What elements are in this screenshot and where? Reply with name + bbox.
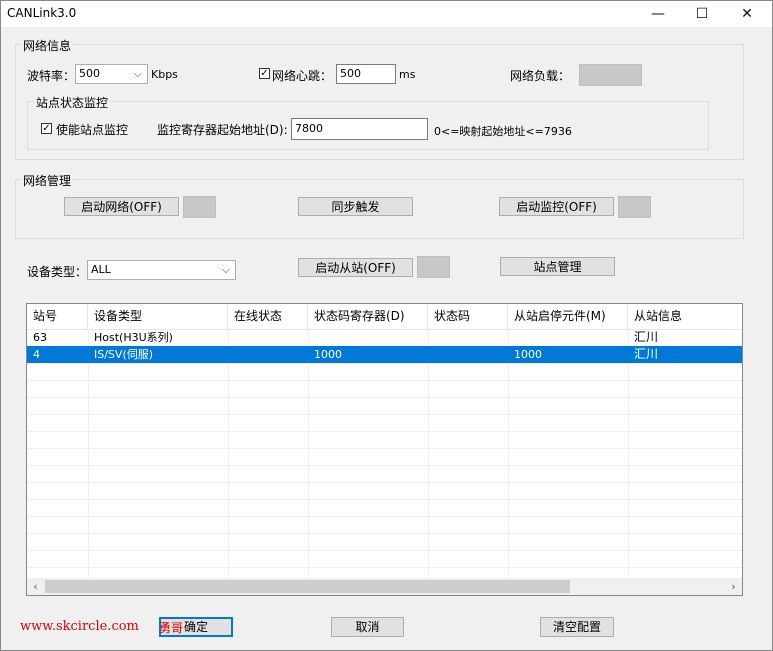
scroll-right-icon[interactable]: › — [725, 578, 742, 595]
device-type-value: ALL — [91, 263, 111, 276]
cell-status-register: 1000 — [314, 348, 342, 361]
start-slave-button[interactable]: 启动从站(OFF) — [298, 258, 413, 277]
row-divider — [27, 567, 742, 568]
monitor-addr-label: 监控寄存器起始地址(D): — [157, 123, 288, 137]
horizontal-scrollbar[interactable]: ‹ › — [27, 578, 742, 595]
heartbeat-checkbox[interactable]: ✓ — [259, 68, 270, 79]
column-header[interactable]: 设备类型 — [88, 304, 228, 329]
row-divider — [27, 397, 742, 398]
sync-trigger-button[interactable]: 同步触发 — [298, 197, 413, 216]
station-table[interactable]: 站号 设备类型 在线状态 状态码寄存器(D) 状态码 从站启停元件(M) 从站信… — [26, 303, 743, 596]
maximize-button[interactable]: ☐ — [680, 1, 724, 27]
row-divider — [27, 431, 742, 432]
monitor-addr-hint: 0<=映射起始地址<=7936 — [434, 125, 572, 138]
column-divider — [88, 329, 89, 578]
cell-status-register — [308, 329, 428, 346]
column-header[interactable]: 在线状态 — [228, 304, 308, 329]
cell-device-type: IS/SV(伺服) — [94, 348, 154, 361]
minimize-button[interactable]: — — [636, 1, 680, 27]
baud-unit: Kbps — [151, 68, 178, 81]
monitor-addr-input[interactable]: 7800 — [291, 118, 428, 140]
network-mgmt-title: 网络管理 — [21, 172, 74, 189]
column-header[interactable]: 从站启停元件(M) — [508, 304, 628, 329]
column-header[interactable]: 状态码 — [428, 304, 508, 329]
row-divider — [27, 550, 742, 551]
window-title: CANLink3.0 — [7, 6, 77, 20]
column-divider — [228, 329, 229, 578]
row-divider — [27, 533, 742, 534]
network-status-indicator — [183, 196, 216, 218]
device-type-select[interactable]: ALL ⌵ — [87, 260, 236, 280]
network-info-title: 网络信息 — [21, 37, 74, 54]
heartbeat-unit: ms — [399, 68, 416, 81]
row-divider — [27, 499, 742, 500]
heartbeat-input[interactable]: 500 — [336, 64, 396, 84]
baud-select[interactable]: 500 ⌵ — [75, 64, 148, 84]
column-header[interactable]: 从站信息 — [628, 304, 742, 329]
heartbeat-label: 网络心跳： — [272, 69, 333, 83]
row-divider — [27, 380, 742, 381]
start-monitor-button[interactable]: 启动监控(OFF) — [499, 197, 614, 216]
column-divider — [628, 329, 629, 578]
column-header[interactable]: 状态码寄存器(D) — [308, 304, 428, 329]
cell-station-no: 4 — [33, 348, 40, 361]
cell-station-no: 63 — [33, 331, 47, 344]
row-divider — [27, 414, 742, 415]
network-load-indicator — [579, 64, 642, 86]
scroll-left-icon[interactable]: ‹ — [27, 578, 44, 595]
column-divider — [308, 329, 309, 578]
cell-status-code — [428, 329, 508, 346]
load-label: 网络负载： — [510, 69, 571, 83]
cell-slave-info: 汇川 — [634, 347, 659, 361]
station-monitor-title: 站点状态监控 — [34, 94, 111, 111]
chevron-down-icon: ⌵ — [221, 263, 230, 276]
column-divider — [428, 329, 429, 578]
start-network-button[interactable]: 启动网络(OFF) — [64, 197, 179, 216]
row-divider — [27, 465, 742, 466]
cell-start-stop-element — [508, 329, 628, 346]
title-bar: CANLink3.0 — ☐ ✕ — [1, 1, 772, 27]
cell-online-status — [228, 329, 308, 346]
table-row-selected[interactable]: 4 IS/SV(伺服) 1000 1000 汇川 — [27, 346, 742, 363]
row-divider — [27, 363, 742, 364]
baud-label: 波特率： — [27, 69, 76, 83]
station-mgmt-button[interactable]: 站点管理 — [500, 257, 615, 276]
watermark-tag: 勇哥 — [159, 621, 184, 635]
monitor-status-indicator — [618, 196, 651, 218]
cell-status-code — [428, 346, 508, 363]
scrollbar-thumb[interactable] — [45, 580, 570, 593]
chevron-down-icon: ⌵ — [133, 67, 142, 80]
table-row[interactable]: 63 Host(H3U系列) 汇川 — [27, 329, 742, 346]
watermark-url: www.skcircle.com — [20, 619, 139, 634]
cell-slave-info: 汇川 — [634, 330, 659, 344]
cell-online-status — [228, 346, 308, 363]
enable-monitor-label: 使能站点监控 — [56, 123, 129, 137]
row-divider — [27, 448, 742, 449]
slave-status-indicator — [417, 256, 450, 278]
close-button[interactable]: ✕ — [725, 1, 769, 27]
cell-start-stop-element: 1000 — [514, 348, 542, 361]
row-divider — [27, 516, 742, 517]
device-type-label: 设备类型： — [27, 265, 88, 279]
row-divider — [27, 482, 742, 483]
enable-monitor-checkbox[interactable]: ✓ — [41, 123, 52, 134]
table-header: 站号 设备类型 在线状态 状态码寄存器(D) 状态码 从站启停元件(M) 从站信… — [27, 304, 742, 330]
clear-config-button[interactable]: 清空配置 — [540, 617, 614, 637]
column-divider — [508, 329, 509, 578]
canlink-window: CANLink3.0 — ☐ ✕ 网络信息 波特率： 500 ⌵ Kbps ✓ … — [0, 0, 773, 651]
cancel-button[interactable]: 取消 — [331, 617, 404, 637]
cell-device-type: Host(H3U系列) — [94, 331, 173, 344]
column-header[interactable]: 站号 — [27, 304, 88, 329]
baud-value: 500 — [79, 67, 100, 80]
